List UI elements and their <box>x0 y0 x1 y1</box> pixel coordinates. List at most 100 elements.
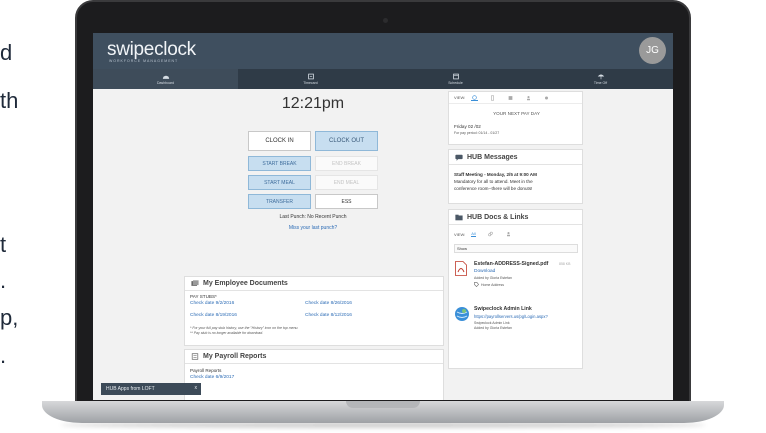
panel-title: My Payroll Reports <box>203 353 267 360</box>
user-avatar[interactable]: JG <box>639 37 666 64</box>
text-fragment: . <box>0 268 7 293</box>
pay-stub-link[interactable]: Check date 8/12/2016 <box>305 313 352 318</box>
dashboard-icon <box>162 75 169 79</box>
main-nav: Dashboard Timecard Schedule Time Off <box>93 69 673 89</box>
view-label: VIEW: <box>454 95 466 100</box>
nav-dashboard[interactable]: Dashboard <box>93 69 238 89</box>
button-label: CLOCK OUT <box>328 138 364 144</box>
message-headline: Staff Meeting - Monday, 2/5 at 9:00 AM <box>454 172 537 177</box>
clock-in-button[interactable]: CLOCK IN <box>248 131 311 151</box>
end-meal-button[interactable]: END MEAL <box>315 175 378 190</box>
link-name[interactable]: Swipeclock Admin Link <box>474 306 532 312</box>
timecard-icon <box>307 73 314 80</box>
payroll-report-link[interactable]: Check date 6/9/2017 <box>190 375 234 380</box>
download-link[interactable]: Download <box>474 269 495 274</box>
tag-label: Home Address <box>481 282 504 287</box>
globe-icon <box>455 307 469 321</box>
pdf-icon <box>455 261 467 276</box>
laptop-notch <box>346 401 420 408</box>
next-payday-panel: VIEW: YOUR NEXT PAY DAY Friday 02 /02 Fo… <box>448 91 583 145</box>
product-shot: d th t . p, . swipeclock WORKFORCE MANAG… <box>0 0 766 433</box>
start-meal-button[interactable]: START MEAL <box>248 175 311 190</box>
hub-messages-panel: HUB Messages Staff Meeting - Monday, 2/5… <box>448 149 583 204</box>
text-fragment: t <box>0 232 7 257</box>
employee-documents-panel: My Employee Documents PAY STUBS* Check d… <box>184 276 444 346</box>
start-break-button[interactable]: START BREAK <box>248 156 311 171</box>
last-punch-status: Last Punch: No Recent Punch <box>279 214 347 220</box>
pay-stub-note: * For your full pay stub history, use th… <box>190 326 299 330</box>
end-break-button[interactable]: END BREAK <box>315 156 378 171</box>
pay-stub-link[interactable]: Check date 8/26/2016 <box>305 301 352 306</box>
app-screen: swipeclock WORKFORCE MANAGEMENT JG Dashb… <box>93 33 673 400</box>
link-added-by: Added by Gloria Estefan <box>474 326 512 330</box>
button-label: CLOCK IN <box>265 138 294 144</box>
panel-title: HUB Messages <box>467 153 518 161</box>
panel-title: My Employee Documents <box>203 280 288 287</box>
transfer-button[interactable]: TRANSFER <box>248 194 311 209</box>
view-label: VIEW: <box>454 231 466 237</box>
app-header: swipeclock WORKFORCE MANAGEMENT JG <box>93 33 673 69</box>
pay-stub-note: ** Pay stub is no longer available for d… <box>190 331 264 335</box>
panel-header: My Payroll Reports <box>185 350 443 364</box>
messages-icon <box>455 154 463 161</box>
link-url[interactable]: https://payrollservers.us/pg/Login.aspx? <box>474 314 548 319</box>
nav-label: Timecard <box>303 81 318 85</box>
clock-icon[interactable] <box>471 94 479 101</box>
avatar-initials: JG <box>646 45 659 56</box>
missed-punch-link[interactable]: Miss your last punch? <box>183 225 443 231</box>
grid-icon[interactable] <box>507 95 514 101</box>
filter-all-tab[interactable]: All <box>471 231 476 237</box>
nav-schedule[interactable]: Schedule <box>383 69 528 89</box>
button-label: START BREAK <box>262 160 297 167</box>
link-description: Swipeclock Admin Link <box>474 321 510 325</box>
section-label: PAY STUBS* <box>190 294 217 299</box>
button-label: START MEAL <box>264 179 295 186</box>
panel-header: HUB Messages <box>449 150 582 165</box>
nav-timecard[interactable]: Timecard <box>238 69 383 89</box>
logo-text: swipeclock <box>107 39 196 60</box>
nav-time-off[interactable]: Time Off <box>528 69 673 89</box>
message-body: conference room--there will be donuts! <box>454 186 533 191</box>
person-icon[interactable] <box>505 231 512 237</box>
section-label: Payroll Reports <box>190 368 222 373</box>
clock-out-button[interactable]: CLOCK OUT <box>315 131 378 151</box>
pay-stub-link[interactable]: Check date 8/19/2016 <box>190 313 237 318</box>
webcam <box>383 18 388 23</box>
nav-label: Schedule <box>448 81 463 85</box>
button-label: END BREAK <box>332 160 361 167</box>
loft-apps-bar[interactable]: HUB Apps from LOFT x <box>101 383 201 395</box>
folder-icon <box>455 214 463 220</box>
text-fragment: th <box>0 88 19 113</box>
nav-label: Time Off <box>593 81 608 85</box>
settings-icon[interactable] <box>543 95 550 101</box>
panel-header: HUB Docs & Links <box>449 210 582 225</box>
tag-icon <box>474 282 479 287</box>
report-icon <box>191 353 199 360</box>
phone-icon[interactable] <box>489 94 496 101</box>
hub-docs-panel: HUB Docs & Links VIEW: All Show Estefan-… <box>448 209 583 369</box>
calendar-icon <box>452 73 459 80</box>
payday-date: Friday 02 /02 <box>454 124 481 129</box>
show-filter-select[interactable]: Show <box>454 244 578 253</box>
text-fragment: . <box>0 343 7 368</box>
button-label: END MEAL <box>333 179 360 186</box>
person-icon[interactable] <box>525 95 532 101</box>
view-switcher: VIEW: <box>449 92 582 104</box>
docs-filter: VIEW: All <box>449 228 582 240</box>
panel-title: HUB Docs & Links <box>467 213 529 221</box>
current-time: 12:21pm <box>281 95 345 112</box>
document-tag: Home Address <box>474 282 504 287</box>
text-fragment: p, <box>0 305 19 330</box>
pay-stub-link[interactable]: Check date 9/2/2016 <box>190 301 234 306</box>
link-icon[interactable] <box>487 231 494 237</box>
document-name[interactable]: Estefan-ADDRESS-Signed.pdf <box>474 261 548 267</box>
button-label: ESS <box>341 198 352 205</box>
nav-label: Dashboard <box>156 81 175 85</box>
close-icon[interactable]: x <box>195 385 198 391</box>
button-label: TRANSFER <box>266 198 293 205</box>
app-logo[interactable]: swipeclock WORKFORCE MANAGEMENT <box>107 39 196 63</box>
umbrella-icon <box>597 74 604 80</box>
payday-title: YOUR NEXT PAY DAY <box>493 111 540 116</box>
ess-button[interactable]: ESS <box>315 194 378 209</box>
logo-subtitle: WORKFORCE MANAGEMENT <box>109 59 179 63</box>
